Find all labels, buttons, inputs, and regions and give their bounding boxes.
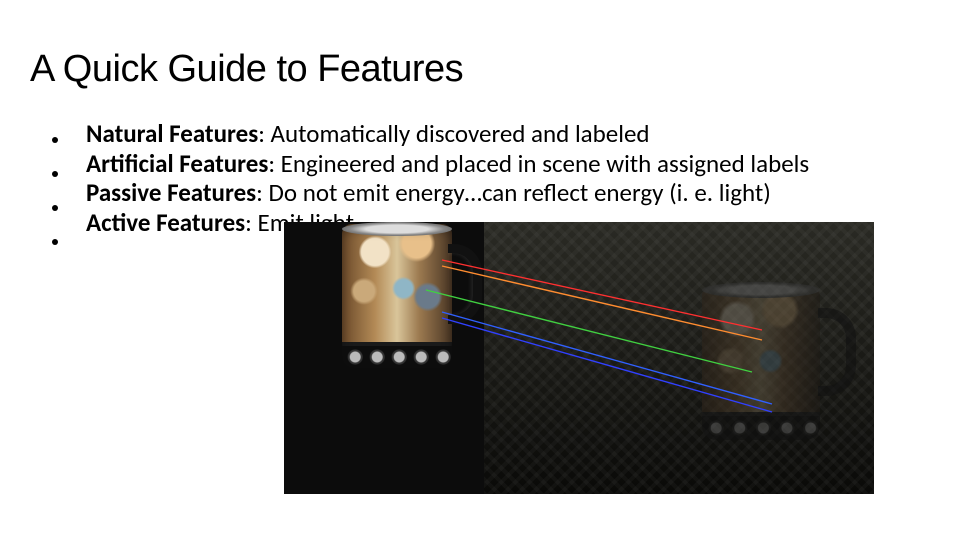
mug-body — [702, 286, 820, 436]
mug-body — [342, 224, 452, 364]
feature-match-figure — [284, 222, 874, 494]
mug-left — [342, 222, 484, 370]
term: Artificial Features — [86, 148, 268, 179]
term: Active Features — [86, 207, 245, 238]
mug-base — [342, 346, 452, 368]
bullet-dot — [52, 239, 58, 245]
mug-rim — [342, 222, 452, 236]
bullet-dot — [52, 171, 58, 177]
slide: A Quick Guide to Features Natural Featur… — [0, 0, 960, 540]
list-item: Passive Features: Do not emit energy…can… — [86, 178, 809, 208]
term: Natural Features — [86, 118, 258, 149]
feature-list: Natural Features: Automatically discover… — [86, 119, 809, 237]
desc: : Engineered and placed in scene with as… — [268, 148, 809, 179]
desc: : Do not emit energy…can reflect energy … — [256, 177, 771, 208]
mug-handle — [818, 308, 856, 396]
list-item: Natural Features: Automatically discover… — [86, 119, 809, 149]
mug-handle — [448, 244, 482, 324]
bullet-dot — [52, 137, 58, 143]
mug-rim — [702, 282, 820, 298]
slide-title: A Quick Guide to Features — [30, 48, 930, 91]
list-item: Artificial Features: Engineered and plac… — [86, 149, 809, 179]
bullet-column — [52, 119, 58, 245]
term: Passive Features — [86, 177, 256, 208]
mug-base — [702, 416, 820, 440]
desc: : Automatically discovered and labeled — [258, 118, 649, 149]
bullet-dot — [52, 205, 58, 211]
mug-right — [702, 282, 856, 444]
